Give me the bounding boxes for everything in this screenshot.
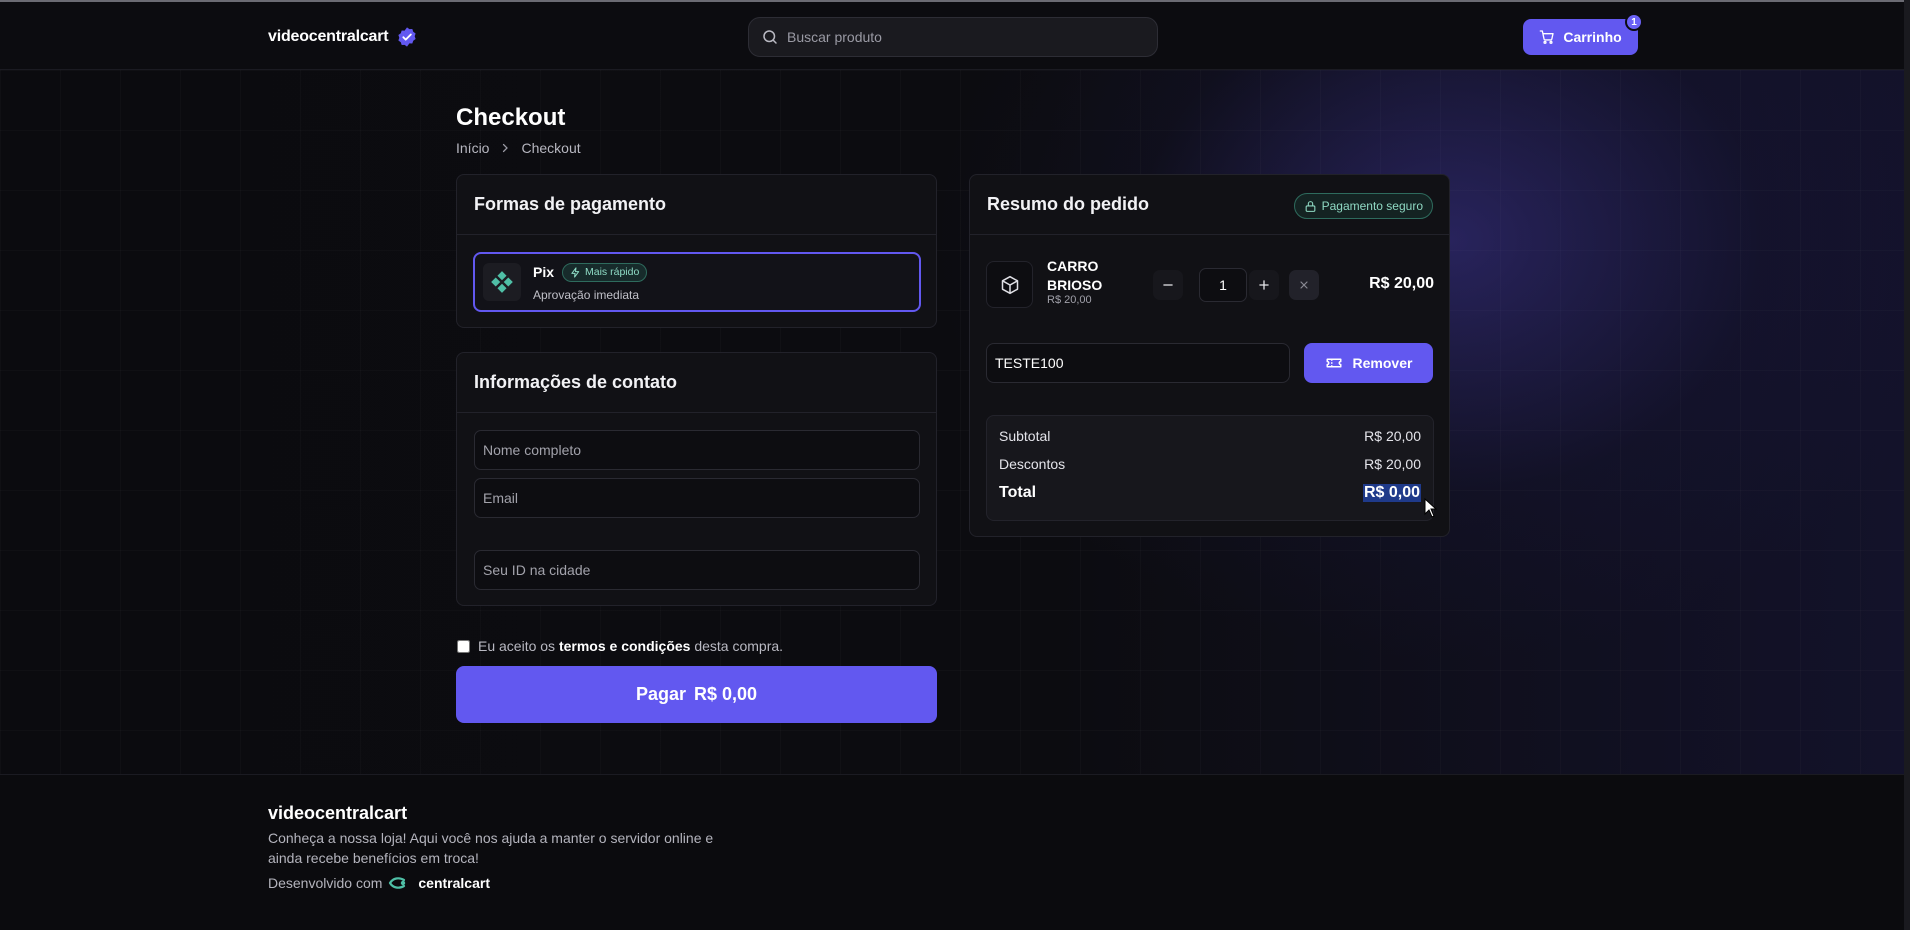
- search-bar[interactable]: [748, 17, 1158, 57]
- payment-methods-card: Formas de pagamento Pix Mais rápido Apro…: [456, 174, 937, 328]
- close-icon: [1300, 281, 1308, 289]
- contact-info-title: Informações de contato: [474, 372, 678, 392]
- cart-label: Carrinho: [1563, 29, 1622, 45]
- discount-value: R$ 20,00: [1364, 456, 1421, 472]
- footer-brand: videocentralcart: [268, 803, 408, 823]
- increase-quantity-button[interactable]: [1249, 270, 1279, 300]
- decrease-quantity-button[interactable]: [1153, 270, 1183, 300]
- remove-coupon-button[interactable]: Remover: [1304, 343, 1433, 383]
- secure-payment-label: Pagamento seguro: [1321, 199, 1423, 213]
- lock-icon: [1305, 200, 1315, 212]
- cart-item-row: CARRO BRIOSO R$ 20,00 R$ 20,00: [986, 255, 1434, 315]
- page-scrollbar[interactable]: [1904, 0, 1910, 930]
- email-field[interactable]: [474, 478, 920, 518]
- remove-item-button[interactable]: [1289, 270, 1319, 300]
- zap-icon: [571, 266, 580, 278]
- remove-coupon-label: Remover: [1352, 355, 1413, 371]
- terms-checkbox[interactable]: [457, 639, 470, 653]
- quantity-input[interactable]: [1199, 268, 1247, 302]
- item-unit-price: R$ 20,00: [1047, 294, 1092, 306]
- developed-with-label: Desenvolvido com: [268, 875, 383, 891]
- pix-name: Pix: [533, 264, 555, 280]
- contact-info-card: Informações de contato: [456, 352, 937, 606]
- cart-count-badge: 1: [1625, 13, 1643, 31]
- pix-description: Aprovação imediata: [533, 287, 640, 302]
- coupon-input[interactable]: [986, 343, 1290, 383]
- package-icon: [986, 261, 1033, 308]
- total-label: Total: [999, 484, 1037, 501]
- subtotal-row: Subtotal R$ 20,00: [999, 428, 1421, 444]
- order-summary-card: Resumo do pedido Pagamento seguro CARRO …: [969, 174, 1450, 537]
- pay-button[interactable]: Pagar R$ 0,00: [456, 666, 937, 723]
- minus-icon: [1163, 284, 1173, 286]
- centralcart-link[interactable]: centralcart: [388, 875, 490, 891]
- secure-payment-badge: Pagamento seguro: [1293, 193, 1433, 219]
- cursor-icon: [1424, 498, 1438, 518]
- item-name: CARRO BRIOSO: [1047, 258, 1103, 293]
- breadcrumb-home-link[interactable]: Início: [456, 140, 489, 156]
- breadcrumb-current: Checkout: [521, 140, 581, 156]
- breadcrumb: Início Checkout: [456, 140, 581, 156]
- city-id-field[interactable]: [474, 550, 920, 590]
- pix-icon: [483, 263, 521, 301]
- brand-link[interactable]: videocentralcart: [268, 26, 418, 48]
- order-summary-title: Resumo do pedido: [987, 194, 1149, 214]
- payment-methods-title: Formas de pagamento: [474, 194, 667, 214]
- window-top-border: [0, 0, 1910, 2]
- terms-prefix: Eu aceito os: [478, 638, 556, 654]
- cart-icon: [1539, 30, 1554, 44]
- payment-methods-header: Formas de pagamento: [457, 175, 936, 235]
- terms-text: Eu aceito os termos e condições desta co…: [478, 638, 783, 654]
- cart-button[interactable]: Carrinho: [1523, 19, 1638, 55]
- terms-link[interactable]: termos e condições: [559, 638, 691, 654]
- centralcart-logo-icon: [389, 877, 406, 889]
- pix-title-row: Pix Mais rápido: [533, 262, 648, 282]
- terms-suffix: desta compra.: [694, 638, 784, 654]
- pay-button-label: Pagar: [635, 684, 686, 704]
- site-footer: videocentralcart Conheça a nossa loja! A…: [0, 774, 1910, 930]
- discount-label: Descontos: [999, 456, 1066, 472]
- full-name-field[interactable]: [474, 430, 920, 470]
- payment-option-pix[interactable]: Pix Mais rápido Aprovação imediata: [473, 252, 921, 312]
- site-header: videocentralcart Carrinho 1: [0, 2, 1910, 70]
- pay-button-amount: R$ 0,00: [693, 684, 758, 704]
- search-icon: [763, 30, 777, 44]
- developed-with: Desenvolvido com centralcart: [268, 875, 490, 891]
- verified-icon: [398, 27, 417, 47]
- chevron-right-icon: [503, 143, 509, 153]
- centralcart-name: centralcart: [418, 875, 490, 891]
- fastest-badge: Mais rápido: [562, 262, 648, 282]
- subtotal-value: R$ 20,00: [1364, 428, 1421, 444]
- subtotal-label: Subtotal: [999, 428, 1051, 444]
- pix-text: Pix Mais rápido Aprovação imediata: [533, 262, 648, 302]
- terms-row: Eu aceito os termos e condições desta co…: [457, 638, 783, 654]
- order-totals: Subtotal R$ 20,00 Descontos R$ 20,00 Tot…: [986, 415, 1434, 521]
- footer-description: Conheça a nossa loja! Aqui você nos ajud…: [268, 830, 714, 866]
- brand-name: videocentralcart: [268, 28, 389, 45]
- discount-row: Descontos R$ 20,00: [999, 456, 1421, 472]
- total-value: R$ 0,00: [1362, 484, 1421, 502]
- contact-info-header: Informações de contato: [457, 353, 936, 413]
- search-input[interactable]: [787, 29, 1127, 45]
- page-title: Checkout: [456, 104, 566, 131]
- total-row: Total R$ 0,00: [999, 484, 1421, 502]
- ticket-icon: [1326, 358, 1342, 368]
- plus-icon: [1259, 280, 1269, 290]
- item-total: R$ 20,00: [1369, 275, 1434, 292]
- fastest-badge-label: Mais rápido: [585, 266, 640, 278]
